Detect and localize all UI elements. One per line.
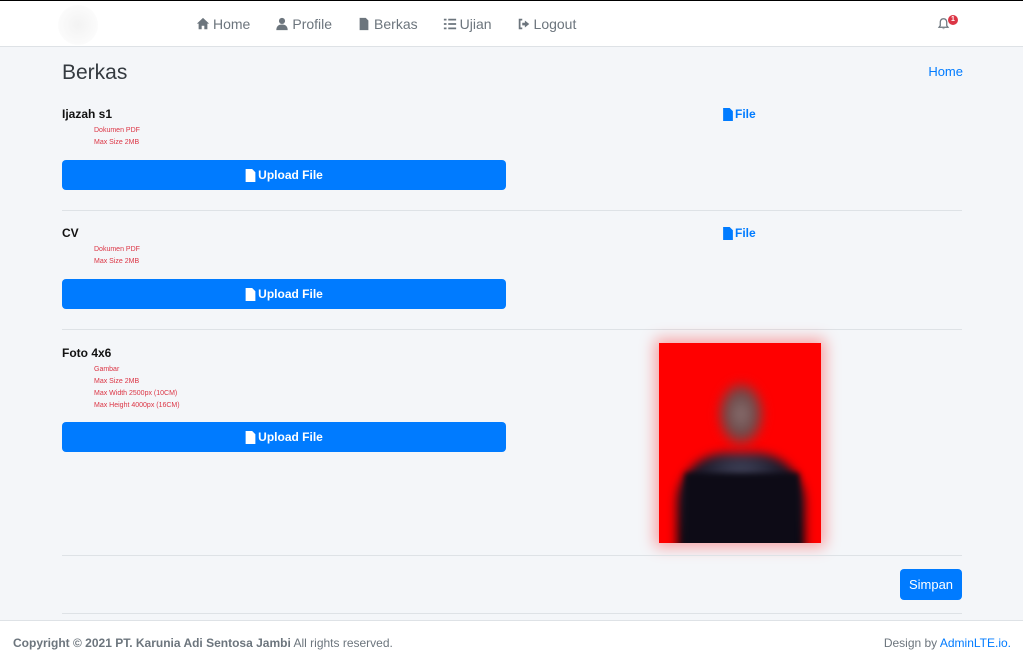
requirement-item: Gambar: [94, 366, 120, 373]
requirement-item: Max Size 2MB: [94, 378, 140, 385]
file-link-label: File: [735, 107, 756, 121]
requirement-item: Max Width 2500px (10CM): [94, 390, 178, 397]
adminlte-link[interactable]: AdminLTE.io.: [940, 636, 1011, 650]
nav-profile-label: Profile: [292, 16, 333, 32]
upload-file-button[interactable]: Upload File: [62, 160, 506, 190]
section-divider: [62, 210, 962, 211]
nav-profile[interactable]: Profile: [275, 16, 332, 32]
section-title: CV: [62, 226, 79, 240]
upload-button-label: Upload File: [258, 168, 323, 182]
user-icon: [276, 17, 289, 31]
brand-logo: [58, 5, 98, 45]
view-file-link[interactable]: File: [723, 107, 756, 121]
requirements-list: Dokumen PDF Max Size 2MB: [94, 125, 962, 149]
nav-home[interactable]: Home: [196, 16, 250, 32]
page-title: Berkas: [62, 61, 128, 84]
requirement-item: Dokumen PDF: [94, 246, 140, 253]
section-title: Foto 4x6: [62, 346, 112, 360]
design-prefix: Design by: [883, 636, 940, 650]
notification-badge: 1: [948, 15, 958, 25]
section-divider: [62, 329, 962, 330]
file-icon: [245, 168, 256, 182]
nav-ujian-label: Ujian: [459, 16, 492, 32]
upload-file-button[interactable]: Upload File: [62, 422, 506, 452]
footer: Copyright © 2021 PT. Karunia Adi Sentosa…: [0, 620, 1023, 665]
file-link-label: File: [735, 226, 756, 240]
section-divider: [62, 555, 962, 556]
upload-section-ijazah: Ijazah s1 Dokumen PDF Max Size 2MB Uploa…: [62, 107, 962, 192]
upload-section-cv: CV Dokumen PDF Max Size 2MB Upload File …: [62, 226, 962, 311]
nav-logout-label: Logout: [533, 16, 577, 32]
footer-copyright: Copyright © 2021 PT. Karunia Adi Sentosa…: [13, 636, 393, 650]
home-icon: [196, 17, 210, 30]
section-title: Ijazah s1: [62, 107, 113, 121]
requirement-item: Max Size 2MB: [94, 139, 140, 146]
logout-icon: [518, 18, 529, 30]
section-divider: [62, 613, 962, 614]
requirements-list: Dokumen PDF Max Size 2MB: [94, 244, 962, 268]
requirement-item: Max Size 2MB: [94, 258, 140, 265]
list-icon: [443, 18, 456, 30]
upload-file-button[interactable]: Upload File: [62, 279, 506, 309]
requirement-item: Max Height 4000px (16CM): [94, 402, 180, 409]
file-icon: [723, 226, 733, 240]
file-icon: [359, 17, 369, 31]
nav-berkas-label: Berkas: [374, 16, 418, 32]
copyright-text: Copyright © 2021 PT. Karunia Adi Sentosa…: [13, 636, 291, 650]
file-icon: [723, 107, 733, 121]
rights-text: All rights reserved.: [290, 636, 393, 650]
top-navbar: Home Profile Berkas Ujian Logout 1: [0, 0, 1023, 47]
nav-berkas[interactable]: Berkas: [357, 16, 418, 32]
save-button[interactable]: Simpan: [900, 569, 962, 600]
file-icon: [245, 430, 256, 444]
upload-section-photo: Foto 4x6 Gambar Max Size 2MB Max Width 2…: [62, 346, 962, 456]
photo-preview: [659, 343, 821, 543]
nav-logout[interactable]: Logout: [517, 16, 577, 32]
nav-ujian[interactable]: Ujian: [443, 16, 492, 32]
requirement-item: Dokumen PDF: [94, 127, 140, 134]
nav-home-label: Home: [213, 16, 251, 32]
upload-button-label: Upload File: [258, 287, 323, 301]
footer-credit: Design by AdminLTE.io.: [884, 636, 1011, 650]
breadcrumb-home[interactable]: Home: [928, 64, 963, 79]
file-icon: [245, 287, 256, 301]
notifications-button[interactable]: 1: [936, 15, 958, 35]
main-nav: Home Profile Berkas Ujian Logout: [196, 1, 601, 47]
view-file-link[interactable]: File: [723, 226, 756, 240]
upload-button-label: Upload File: [258, 430, 323, 444]
requirements-list: Gambar Max Size 2MB Max Width 2500px (10…: [94, 364, 962, 412]
